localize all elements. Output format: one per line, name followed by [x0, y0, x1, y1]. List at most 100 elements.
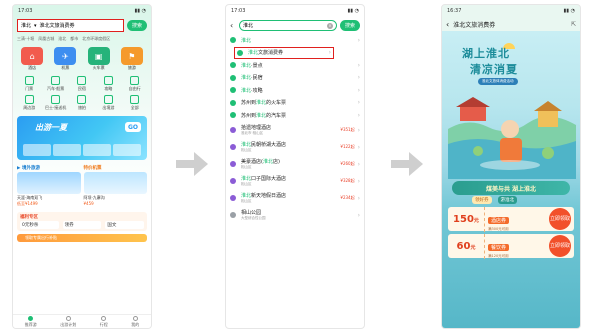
- suggestion-text-part: 口子国际大酒店: [251, 176, 287, 182]
- sub-category[interactable]: 周边游: [17, 95, 41, 111]
- tab-plan[interactable]: 出游计划: [60, 315, 76, 328]
- suggestion-item[interactable]: 淮北新天地假日酒店 相山区 ¥234起 ›: [226, 190, 364, 207]
- bottom-tab-bar: 推荐游 出游计划 行程 我的: [13, 314, 151, 328]
- suggestion-item-selected[interactable]: 淮北文旅消费券 ›: [234, 46, 334, 59]
- search-button[interactable]: 搜索: [340, 20, 360, 31]
- sub-category[interactable]: 民宿: [70, 76, 94, 92]
- search-box-highlighted[interactable]: 淮北 ▾ 淮北文旅消费券: [17, 19, 124, 32]
- globe-icon: [103, 95, 113, 104]
- sub-category[interactable]: 攻略: [96, 76, 120, 92]
- tab-visit[interactable]: 游淮北: [497, 196, 517, 204]
- suggestion-item[interactable]: 淮北民朝桥湖大酒店 相山区 ¥122起 ›: [226, 139, 364, 156]
- chevron-right-icon: ›: [357, 61, 360, 69]
- chevron-right-icon: ›: [357, 211, 360, 219]
- sub-category[interactable]: 旅拍: [70, 95, 94, 111]
- claim-coupon-button[interactable]: 立即领取: [549, 208, 571, 230]
- welfare-item[interactable]: 领券: [62, 221, 102, 229]
- coupon-name: 酒店券: [488, 216, 510, 224]
- deal-card[interactable]: 特价机票 阿坝·九寨沟 ¥459: [83, 165, 147, 207]
- bus-icon: [51, 76, 61, 85]
- deal-image: [83, 172, 147, 194]
- suggestion-item[interactable]: 苏州到淮北的火车票 ›: [226, 97, 364, 110]
- hot-tag[interactable]: 凤凰古城: [38, 36, 54, 42]
- chevron-right-icon: ›: [357, 194, 360, 202]
- welfare-item[interactable]: 国文: [105, 221, 145, 229]
- suggestion-item[interactable]: 美豪酒店(淮北店) 相山区 ¥260起 ›: [226, 156, 364, 173]
- suggestion-text-part: 的火车票: [266, 100, 287, 107]
- tab-trip[interactable]: 行程: [99, 315, 108, 328]
- status-bar: 17:03 ▮▮ ◔: [13, 5, 151, 17]
- clear-icon[interactable]: ×: [327, 22, 333, 29]
- city-selector[interactable]: 淮北: [21, 22, 31, 29]
- suggestion-text: 淮北民朝桥湖大酒店 相山区: [241, 141, 340, 153]
- route-icon: [130, 76, 140, 85]
- banner-go-button[interactable]: GO: [125, 122, 141, 132]
- page-header: ‹ 淮北文旅消费券 ⇱: [442, 17, 580, 31]
- tab-get-coupon[interactable]: 领好券: [472, 196, 492, 204]
- poster-illustration: [448, 97, 576, 179]
- page-title: 淮北文旅消费券: [453, 21, 496, 29]
- sub-category[interactable]: 巴士·接送机: [43, 95, 67, 111]
- category-flight[interactable]: ✈ 机票: [50, 47, 80, 71]
- hot-tag[interactable]: 都市: [70, 36, 78, 42]
- back-icon[interactable]: ‹: [446, 20, 449, 29]
- suggestion-list: 淮北 › 淮北文旅消费券 › 淮北·景点 › 淮北·民宿 › 淮北·攻略 › 苏州到淮北的火车票 › 苏…: [226, 34, 364, 224]
- hot-tag[interactable]: 淮北: [58, 36, 66, 42]
- category-label: 机票: [61, 65, 70, 70]
- search-query[interactable]: 淮北文旅消费券: [40, 22, 75, 29]
- hot-tag[interactable]: 北京环球度假区: [82, 36, 110, 42]
- subsidy-bar[interactable]: 领取专属出行补贴: [17, 234, 147, 242]
- banner-tiles: [23, 144, 141, 156]
- suggestion-price: ¥234起: [340, 195, 355, 200]
- search-row: 淮北 ▾ 淮北文旅消费券 搜索: [13, 17, 151, 34]
- sub-category-label: 民宿: [77, 86, 86, 91]
- welfare-item[interactable]: 0元秒杀: [20, 221, 59, 229]
- deal-image: [17, 172, 81, 194]
- suggestion-item[interactable]: 淮北口子国际大酒店 相山区 ¥328起 ›: [226, 173, 364, 190]
- share-icon[interactable]: ⇱: [571, 21, 576, 28]
- sub-category-label: 门票: [25, 86, 34, 91]
- deal-cards: ▶ 境外旅游 天涯·海南双飞 低至¥1499 特价机票 阿坝·九寨沟 ¥459: [13, 163, 151, 209]
- search-icon: [230, 62, 236, 69]
- claim-coupon-button[interactable]: 立即领取: [549, 235, 571, 257]
- chevron-right-icon: ›: [357, 160, 360, 168]
- category-hotel[interactable]: ⌂ 酒店: [17, 47, 47, 71]
- sub-category[interactable]: 全部: [123, 95, 147, 111]
- suggestion-item[interactable]: 拾遗地理酒店 淮北市·相山区 ¥351起 ›: [226, 122, 364, 139]
- suggestion-item[interactable]: 淮北·攻略 ›: [226, 84, 364, 97]
- search-button[interactable]: 搜索: [127, 20, 147, 31]
- sub-category[interactable]: 自由行: [123, 76, 147, 92]
- status-icons: ▮▮ ◔: [563, 8, 575, 14]
- search-input[interactable]: 淮北 ×: [239, 20, 337, 31]
- sub-category[interactable]: 出境游: [96, 95, 120, 111]
- tab-me[interactable]: 我的: [131, 315, 139, 328]
- suggestion-item[interactable]: 淮北·民宿 ›: [226, 72, 364, 85]
- suggestion-text: 淮北·民宿: [241, 74, 358, 81]
- hot-tag[interactable]: 三清·十堰: [17, 36, 34, 42]
- hotel-icon: ⌂: [21, 47, 44, 65]
- promo-banner[interactable]: 出游一夏 GO: [17, 116, 147, 160]
- place-icon: [230, 212, 236, 218]
- back-icon[interactable]: ‹: [230, 21, 236, 30]
- suggestion-text-part: 新天地假日酒店: [251, 193, 287, 199]
- suggestion-text-part: 淮北: [241, 75, 252, 82]
- tab-home[interactable]: 推荐游: [25, 315, 37, 328]
- suggestion-item[interactable]: 淮北·景点 ›: [226, 59, 364, 72]
- category-train[interactable]: ▣ 火车票: [84, 47, 114, 71]
- sub-category[interactable]: 门票: [17, 76, 41, 92]
- search-query[interactable]: 淮北: [243, 22, 253, 29]
- coupon-info: 酒店券 满300元可用: [484, 206, 549, 232]
- category-label: 旅游: [127, 65, 136, 70]
- chevron-right-icon: ›: [328, 49, 331, 57]
- tab-label: 行程: [99, 321, 108, 327]
- deal-header: 特价机票: [83, 166, 102, 171]
- sub-category[interactable]: 汽车·船票: [43, 76, 67, 92]
- suggestion-item[interactable]: 苏州到淮北的汽车票 ›: [226, 109, 364, 122]
- suggestion-item[interactable]: 相山公园 大型综合性公园 ›: [226, 207, 364, 224]
- suggestion-text-part: ·景点: [251, 62, 263, 69]
- hot-tags: 三清·十堰 凤凰古城 淮北 都市 北京环球度假区: [13, 34, 151, 44]
- category-travel[interactable]: ⚑ 旅游: [117, 47, 147, 71]
- suggestion-item[interactable]: 淮北 ›: [226, 34, 364, 47]
- deal-card[interactable]: ▶ 境外旅游 天涯·海南双飞 低至¥1499: [17, 165, 81, 207]
- coupon-name: 餐饮券: [488, 243, 510, 251]
